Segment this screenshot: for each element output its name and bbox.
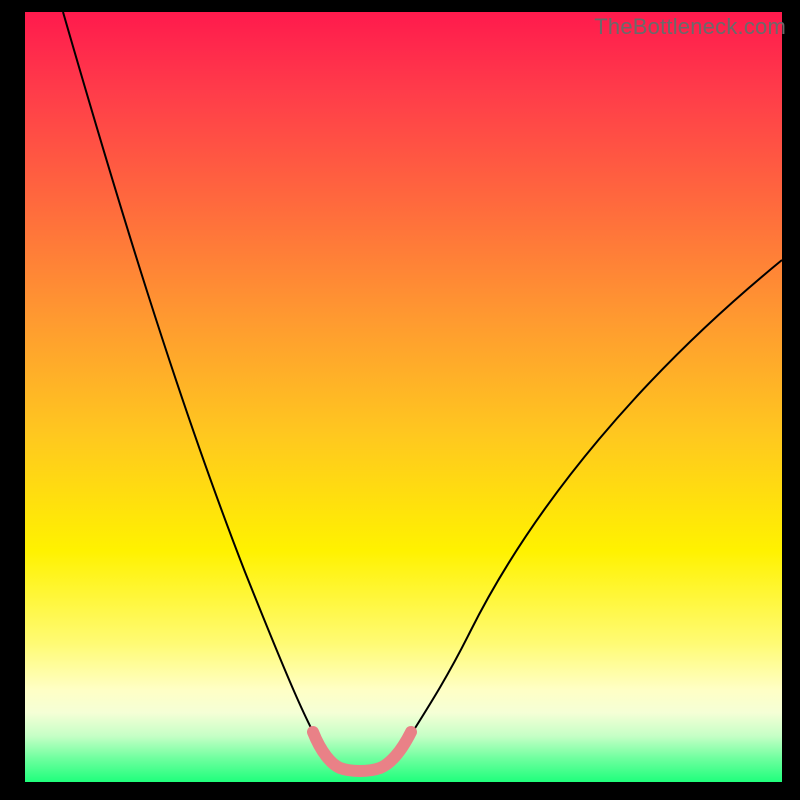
curve-path (63, 12, 782, 769)
watermark-text: TheBottleneck.com (594, 14, 786, 40)
valley-highlight (313, 732, 411, 771)
plot-area (25, 12, 782, 782)
chart-frame: TheBottleneck.com (0, 0, 800, 800)
bottleneck-curve (25, 12, 782, 782)
